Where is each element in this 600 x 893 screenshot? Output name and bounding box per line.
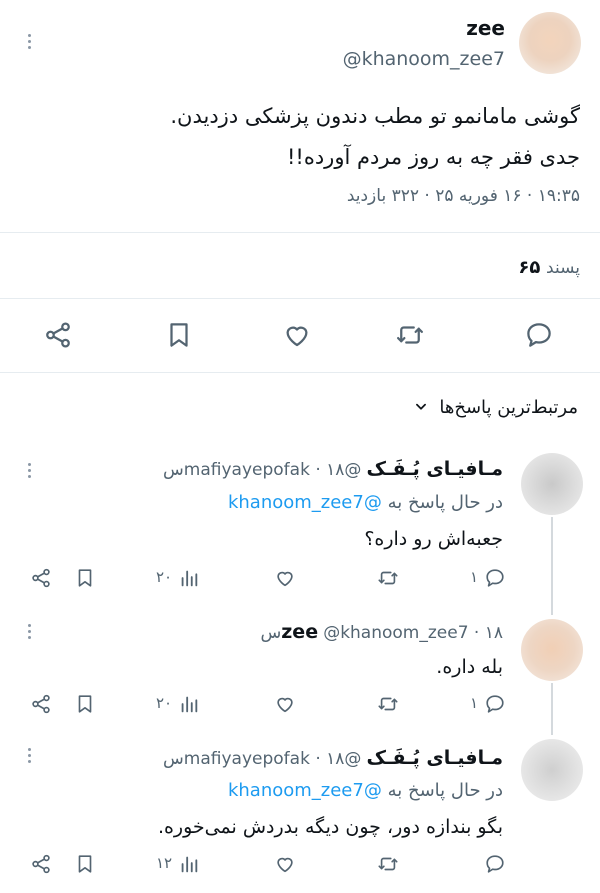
reply-icon[interactable] <box>484 693 506 715</box>
reply-text: بله داره. <box>436 656 503 678</box>
reply-count: ۱ <box>470 694 479 712</box>
views-count: ۲۰ <box>156 694 173 712</box>
thread-connector <box>551 683 553 735</box>
retweet-icon[interactable] <box>377 693 399 715</box>
replying-to: در حال پاسخ به @khanoom_zee7 <box>228 780 503 801</box>
reply-author-name[interactable]: مـافیـای پُـفَـک <box>367 458 504 480</box>
thread-connector <box>551 517 553 615</box>
more-options-icon[interactable] <box>28 34 32 52</box>
likes-stat[interactable]: پسند ۶۵ <box>518 257 580 278</box>
reply-avatar[interactable] <box>521 619 583 681</box>
replies-sort-label: مرتبط‌ترین پاسخ‌ها <box>439 397 578 418</box>
views-icon[interactable] <box>178 567 200 589</box>
reply-text: بگو بندازه دور، چون دیگه بدردش نمی‌خوره. <box>157 816 503 838</box>
more-options-icon[interactable] <box>28 463 32 481</box>
bookmark-icon[interactable] <box>74 853 96 875</box>
replying-to-handle[interactable]: @khanoom_zee7 <box>228 780 382 801</box>
author-display-name[interactable]: zee <box>466 16 505 40</box>
reply-icon[interactable] <box>524 320 554 350</box>
retweet-icon[interactable] <box>377 853 399 875</box>
bookmark-icon[interactable] <box>74 567 96 589</box>
reply-avatar[interactable] <box>521 739 583 801</box>
retweet-icon[interactable] <box>377 567 399 589</box>
share-icon[interactable] <box>30 567 52 589</box>
tweet-text-line-1: گوشی مامانمو تو مطب دندون پزشکی دزدیدن. <box>170 104 580 128</box>
reply-avatar[interactable] <box>521 453 583 515</box>
reply-author-name[interactable]: مـافیـای پُـفَـک <box>367 747 504 769</box>
like-icon[interactable] <box>282 320 312 350</box>
likes-count: ۶۵ <box>518 257 541 278</box>
reply-icon[interactable] <box>484 853 506 875</box>
divider <box>0 372 600 373</box>
like-icon[interactable] <box>274 693 296 715</box>
replies-sort-button[interactable]: مرتبط‌ترین پاسخ‌ها <box>414 397 578 419</box>
replying-to-handle[interactable]: @khanoom_zee7 <box>228 492 382 513</box>
divider <box>0 298 600 299</box>
author-handle[interactable]: @khanoom_zee7 <box>343 48 505 70</box>
more-options-icon[interactable] <box>28 748 32 766</box>
retweet-icon[interactable] <box>395 320 425 350</box>
likes-label: پسند <box>546 258 580 278</box>
replying-to: در حال پاسخ به @khanoom_zee7 <box>228 492 503 513</box>
share-icon[interactable] <box>30 693 52 715</box>
reply-header: مـافیـای پُـفَـک @mafiyayepofak · ۱۸س <box>163 747 503 769</box>
tweet-meta: ۱۹:۳۵ · ۱۶ فوریه ۲۵ · ۳۲۲ بازدید <box>346 186 580 206</box>
bookmark-icon[interactable] <box>74 693 96 715</box>
author-avatar[interactable] <box>519 12 581 74</box>
views-icon[interactable] <box>178 853 200 875</box>
tweet-text-line-2: جدی فقر چه به روز مردم آورده!! <box>286 145 580 169</box>
share-icon[interactable] <box>30 853 52 875</box>
chevron-down-icon <box>414 398 428 419</box>
replying-to-prefix: در حال پاسخ به <box>387 780 503 801</box>
share-icon[interactable] <box>43 320 73 350</box>
reply-author-name[interactable]: zee <box>281 621 318 643</box>
like-icon[interactable] <box>274 853 296 875</box>
reply-icon[interactable] <box>484 567 506 589</box>
reply-count: ۱ <box>470 568 479 586</box>
views-count: ۱۲ <box>156 854 173 872</box>
reply-handle-time[interactable]: @mafiyayepofak · ۱۸س <box>163 749 361 769</box>
divider <box>0 232 600 233</box>
replying-to-prefix: در حال پاسخ به <box>387 492 503 513</box>
reply-header: zee @khanoom_zee7 · ۱۸س <box>260 621 503 643</box>
reply-header: مـافیـای پُـفَـک @mafiyayepofak · ۱۸س <box>163 458 503 480</box>
reply-handle-time[interactable]: @mafiyayepofak · ۱۸س <box>163 460 361 480</box>
views-count: ۲۰ <box>156 568 173 586</box>
more-options-icon[interactable] <box>28 624 32 642</box>
views-icon[interactable] <box>178 693 200 715</box>
bookmark-icon[interactable] <box>164 320 194 350</box>
like-icon[interactable] <box>274 567 296 589</box>
reply-text: جعبه‌اش رو داره؟ <box>364 528 503 550</box>
